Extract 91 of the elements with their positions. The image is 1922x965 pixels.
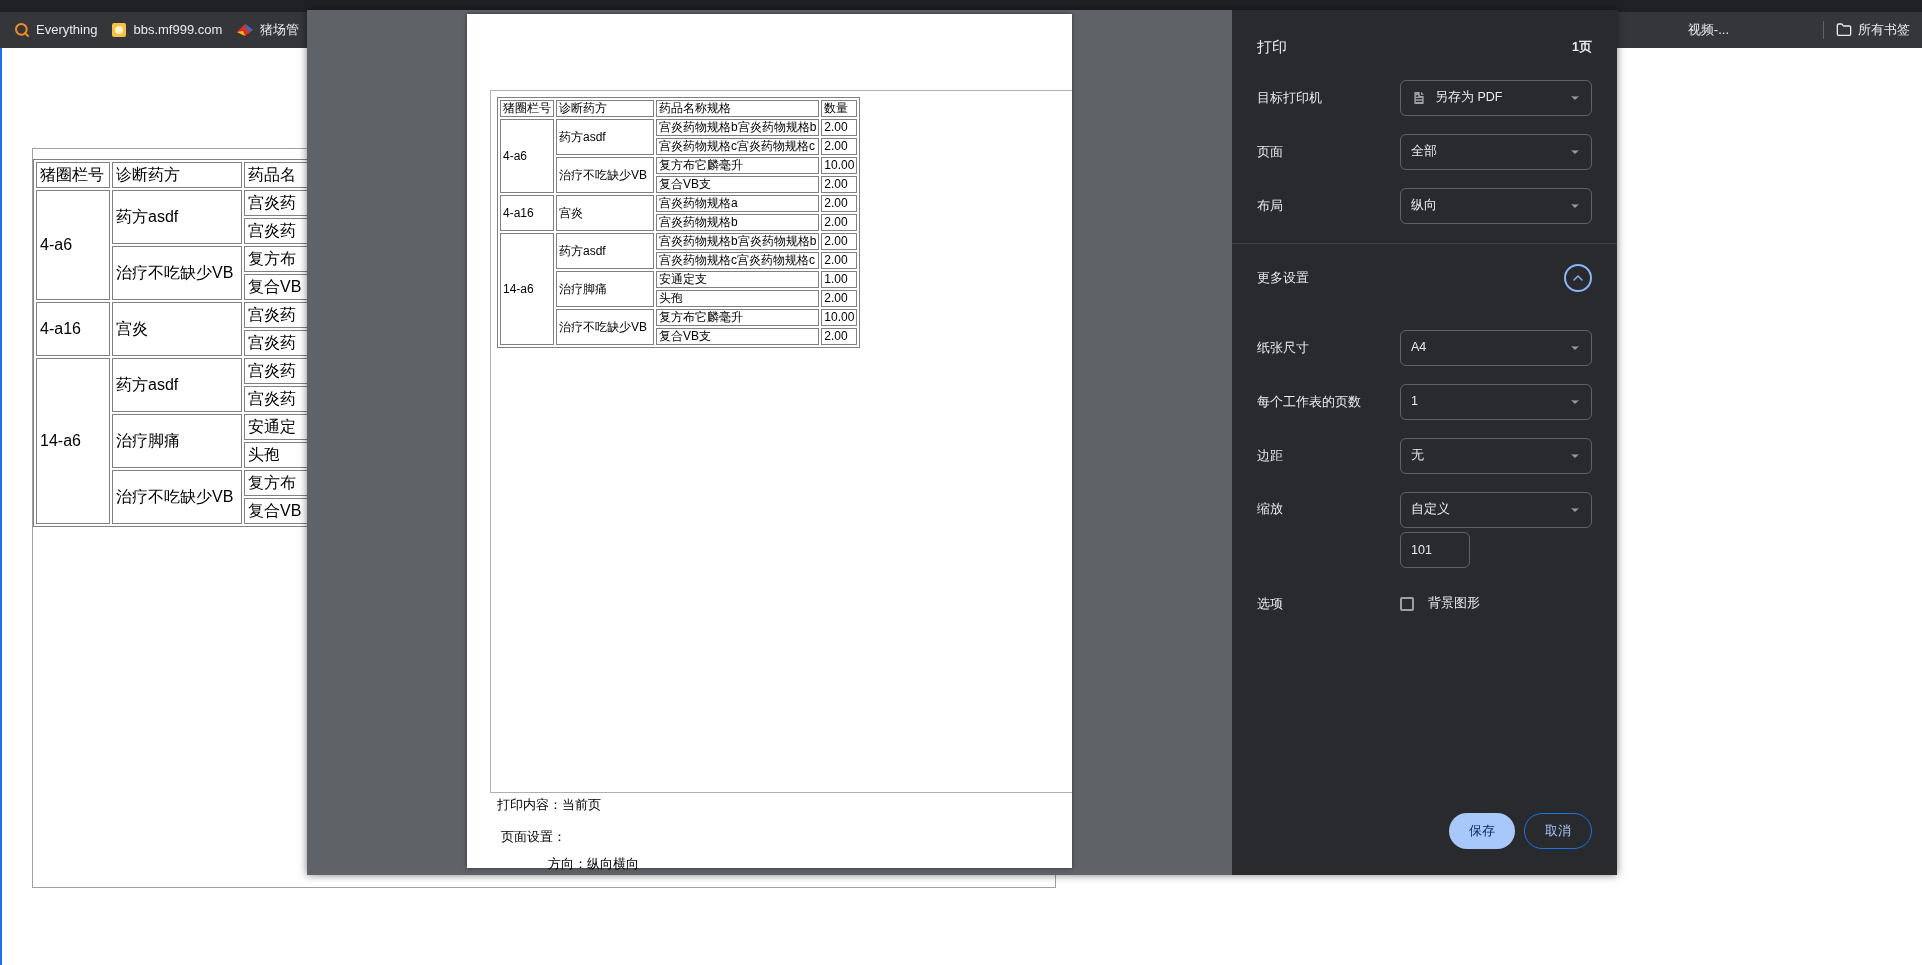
prescription-cell: 治疗不吃缺少VB <box>556 309 654 345</box>
header-cell: 诊断药方 <box>556 100 654 117</box>
quantity-cell: 2.00 <box>821 195 858 212</box>
prescription-cell: 宫炎 <box>112 302 242 356</box>
setting-label: 选项 <box>1257 594 1284 613</box>
header-cell: 诊断药方 <box>112 162 242 188</box>
dropdown-value: A4 <box>1411 339 1427 357</box>
drug-cell: 复合VB支 <box>656 328 820 345</box>
footer-text: 打印内容：当前页 <box>496 796 602 814</box>
header-cell: 数量 <box>821 100 858 117</box>
bookmark[interactable]: Everything <box>14 20 98 40</box>
setting-label: 边距 <box>1257 446 1284 465</box>
drug-cell: 宫炎药物规格c宫炎药物规格c <box>656 252 820 269</box>
drug-cell: 安通定支 <box>656 271 820 288</box>
dropdown[interactable]: 1 <box>1400 383 1592 420</box>
scale-input[interactable]: 101 <box>1400 531 1470 568</box>
footer-text: 方向：纵向横向 <box>547 855 640 873</box>
quantity-cell: 2.00 <box>821 119 858 136</box>
prescription-cell: 治疗脚痛 <box>112 414 242 468</box>
drug-cell: 复方布它麟毫升 <box>656 157 820 174</box>
quantity-cell: 2.00 <box>821 233 858 250</box>
prescription-cell: 宫炎 <box>556 195 654 231</box>
dropdown[interactable]: A4 <box>1400 329 1592 366</box>
setting-label: 页面 <box>1257 142 1284 161</box>
save-button[interactable]: 保存 <box>1449 813 1515 849</box>
bookmark[interactable]: bbs.mf999.com <box>111 20 223 40</box>
pen-cell: 4-a16 <box>36 302 110 356</box>
pen-cell: 14-a6 <box>500 233 554 345</box>
header-cell: 猪圈栏号 <box>500 100 554 117</box>
checkbox[interactable] <box>1400 596 1414 611</box>
prescription-cell: 药方asdf <box>112 190 242 244</box>
setting-label: 目标打印机 <box>1257 88 1323 107</box>
search-icon <box>14 22 30 38</box>
header-cell: 药品名称规格 <box>656 100 820 117</box>
dialog-title: 打印 <box>1257 37 1287 57</box>
prescription-cell: 治疗不吃缺少VB <box>112 470 242 524</box>
page-count: 1页 <box>1572 38 1592 56</box>
bookmark[interactable]: 视频-... <box>1687 20 1729 40</box>
dropdown-value: 自定义 <box>1411 501 1450 519</box>
dropdown[interactable]: 无 <box>1400 437 1592 474</box>
quantity-cell: 10.00 <box>821 309 858 326</box>
prescription-cell: 治疗不吃缺少VB <box>556 157 654 193</box>
drug-cell: 头孢 <box>656 290 820 307</box>
quantity-cell: 10.00 <box>821 157 858 174</box>
pen-cell: 4-a6 <box>500 119 554 193</box>
setting-label: 纸张尺寸 <box>1257 338 1310 357</box>
drug-cell: 宫炎药物规格c宫炎药物规格c <box>656 138 820 155</box>
quantity-cell: 2.00 <box>821 214 858 231</box>
dropdown[interactable]: 自定义 <box>1400 491 1592 528</box>
prescription-cell: 治疗脚痛 <box>556 271 654 307</box>
quantity-cell: 1.00 <box>821 271 858 288</box>
app-icon <box>236 22 255 38</box>
drug-cell: 复方布它麟毫升 <box>656 309 820 326</box>
quantity-cell: 2.00 <box>821 138 858 155</box>
drug-cell: 宫炎药物规格b宫炎药物规格b <box>656 233 820 250</box>
quantity-cell: 2.00 <box>821 176 858 193</box>
bookmark[interactable]: 猪场管 <box>236 20 300 40</box>
section-label: 更多设置 <box>1257 268 1309 287</box>
quantity-cell: 2.00 <box>821 328 858 345</box>
quantity-cell: 2.00 <box>821 252 858 269</box>
prescription-cell: 药方asdf <box>556 119 654 155</box>
file-icon <box>1411 89 1427 106</box>
footer-text: 页面设置： <box>500 828 567 846</box>
drug-cell: 复合VB支 <box>656 176 820 193</box>
pen-cell: 4-a6 <box>36 190 110 300</box>
drug-cell: 宫炎药物规格b <box>656 214 820 231</box>
dropdown[interactable]: 全部 <box>1400 133 1592 170</box>
setting-label: 每个工作表的页数 <box>1257 392 1362 411</box>
folder-icon <box>1836 22 1852 38</box>
setting-label: 布局 <box>1257 196 1284 215</box>
dropdown-value: 全部 <box>1411 143 1437 161</box>
prescription-cell: 药方asdf <box>112 358 242 412</box>
pen-cell: 4-a16 <box>500 195 554 231</box>
quantity-cell: 2.00 <box>821 290 858 307</box>
dropdown[interactable]: 另存为 PDF <box>1400 79 1592 116</box>
dropdown-value: 无 <box>1411 447 1424 465</box>
setting-label: 缩放 <box>1257 499 1284 518</box>
option-label: 背景图形 <box>1428 595 1480 613</box>
site-icon <box>111 22 128 38</box>
prescription-cell: 治疗不吃缺少VB <box>112 246 242 300</box>
prescription-cell: 药方asdf <box>556 233 654 269</box>
pen-cell: 14-a6 <box>36 358 110 524</box>
all-bookmarks-button[interactable]: 所有书签 <box>1836 20 1910 40</box>
collapse-button[interactable] <box>1564 263 1592 292</box>
dropdown-value: 纵向 <box>1411 197 1437 215</box>
dropdown-value: 1 <box>1411 393 1418 411</box>
drug-cell: 宫炎药物规格a <box>656 195 820 212</box>
drug-cell: 宫炎药物规格b宫炎药物规格b <box>656 119 820 136</box>
dropdown-value: 另存为 PDF <box>1435 89 1503 107</box>
header-cell: 猪圈栏号 <box>36 162 110 188</box>
dropdown[interactable]: 纵向 <box>1400 187 1592 224</box>
